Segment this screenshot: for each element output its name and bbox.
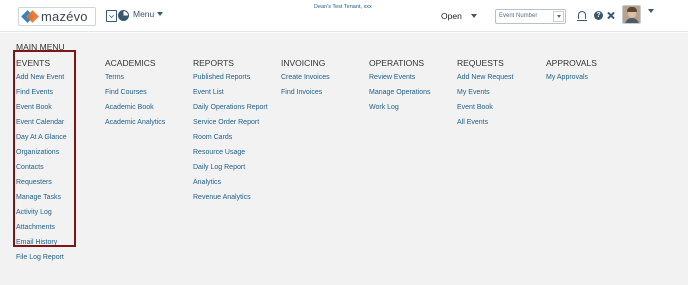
menu-link[interactable]: Room Cards [193, 130, 268, 145]
menu-link[interactable]: Review Events [369, 70, 430, 85]
search-type-value: Event Number [499, 13, 538, 19]
main-menu-panel: MAIN MENU EVENTS Add New Event Find Even… [0, 33, 688, 285]
menu-link[interactable]: Find Invoices [281, 85, 330, 100]
chevron-down-icon [648, 9, 654, 30]
column-title: INVOICING [281, 58, 326, 68]
avatar[interactable] [622, 5, 641, 24]
calendar-check-icon[interactable] [106, 10, 117, 22]
status-select-value: Open [441, 11, 462, 21]
column-title: ACADEMICS [105, 58, 156, 68]
select-chevron [553, 11, 564, 22]
menu-link[interactable]: Work Log [369, 100, 430, 115]
logo-text: mazévo [41, 9, 88, 24]
menu-label: Menu [133, 9, 155, 19]
menu-link[interactable]: All Events [457, 115, 513, 130]
menu-link[interactable]: Event List [193, 85, 268, 100]
menu-link[interactable]: Find Courses [105, 85, 165, 100]
chevron-down-icon [470, 14, 477, 18]
menu-link[interactable]: Event Book [457, 100, 513, 115]
menu-column-requests: REQUESTS Add New Request My Events Event… [457, 57, 513, 130]
menu-link[interactable]: Revenue Analytics [193, 190, 268, 205]
pie-chart-icon[interactable] [118, 10, 129, 21]
chevron-down-icon [157, 12, 164, 16]
logo-mark-icon [21, 10, 39, 23]
search-type-select[interactable]: Event Number [495, 9, 566, 24]
menu-link[interactable]: Academic Analytics [105, 115, 165, 130]
top-bar: mazévo Menu Dean's Test Tenant, xxx Open… [0, 0, 688, 32]
menu-link[interactable]: Analytics [193, 175, 268, 190]
menu-column-reports: REPORTS Published Reports Event List Dai… [193, 57, 268, 205]
menu-link[interactable]: My Events [457, 85, 513, 100]
column-title: APPROVALS [546, 58, 597, 68]
mazevo-logo[interactable]: mazévo [18, 7, 96, 26]
menu-link[interactable]: Published Reports [193, 70, 268, 85]
menu-link[interactable]: Academic Book [105, 100, 165, 115]
menu-column-operations: OPERATIONS Review Events Manage Operatio… [369, 57, 430, 115]
column-title: OPERATIONS [369, 58, 425, 68]
column-title: REQUESTS [457, 58, 504, 68]
menu-link[interactable]: Create Invoices [281, 70, 330, 85]
status-select[interactable]: Open [441, 11, 477, 21]
column-title: REPORTS [193, 58, 234, 68]
menu-column-invoicing: INVOICING Create Invoices Find Invoices [281, 57, 330, 100]
chevron-down-icon [556, 15, 561, 18]
events-highlight-box [13, 50, 76, 247]
menu-link[interactable]: Daily Operations Report [193, 100, 268, 115]
menu-link[interactable]: File Log Report [16, 250, 67, 265]
menu-link[interactable]: Resource Usage [193, 145, 268, 160]
bell-icon[interactable] [577, 11, 587, 21]
menu-link[interactable]: Service Order Report [193, 115, 268, 130]
menu-link[interactable]: Terms [105, 70, 165, 85]
menu-toggle-button[interactable]: Menu [133, 9, 164, 19]
user-menu-toggle[interactable] [648, 9, 654, 31]
tenant-name: Dean's Test Tenant, xxx [314, 4, 372, 10]
menu-column-approvals: APPROVALS My Approvals [546, 57, 597, 85]
menu-link[interactable]: Daily Log Report [193, 160, 268, 175]
menu-link[interactable]: My Approvals [546, 70, 597, 85]
menu-link[interactable]: Add New Request [457, 70, 513, 85]
help-icon[interactable]: ? [594, 11, 603, 20]
menu-link[interactable]: Manage Operations [369, 85, 430, 100]
menu-column-academics: ACADEMICS Terms Find Courses Academic Bo… [105, 57, 165, 130]
tools-icon[interactable] [606, 11, 615, 20]
